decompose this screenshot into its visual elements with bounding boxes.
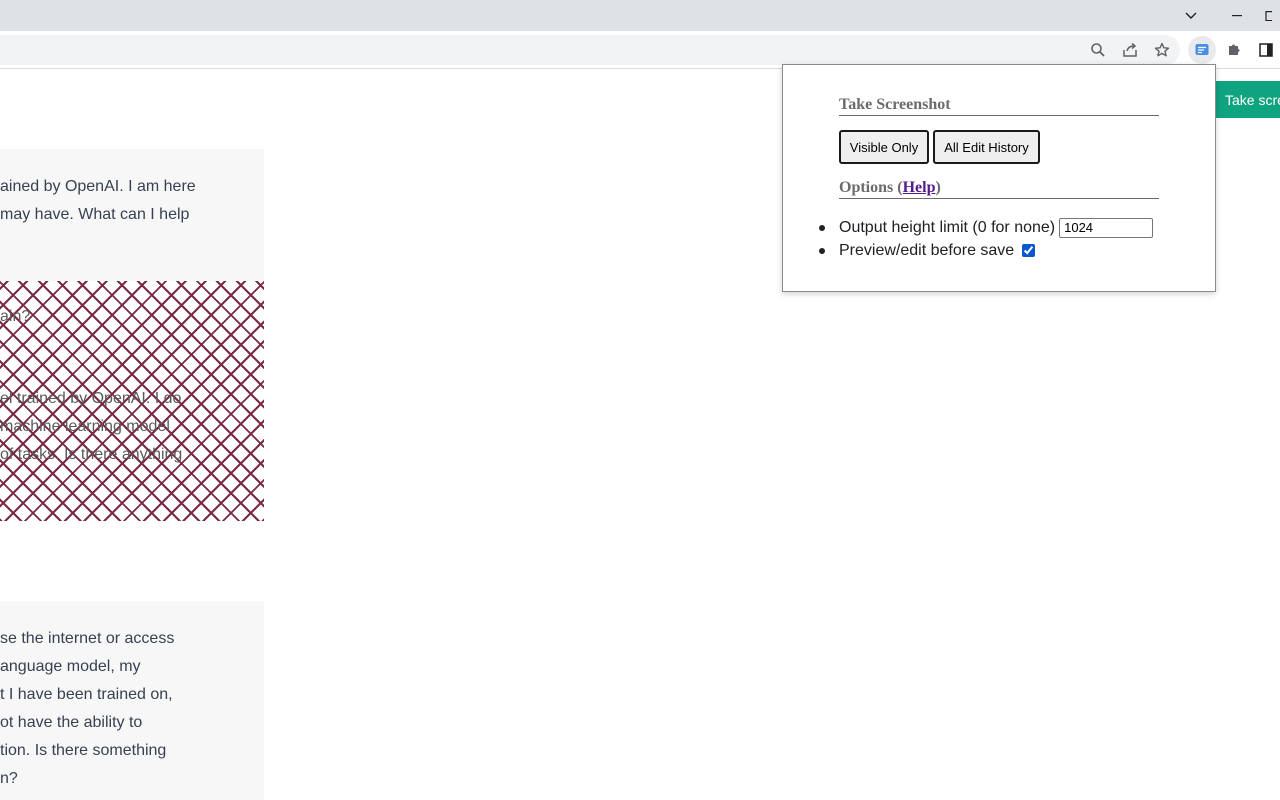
- minimize-button[interactable]: [1214, 0, 1260, 31]
- screenshot-extension-icon: [1195, 44, 1209, 55]
- preview-checkbox[interactable]: [1022, 244, 1036, 257]
- address-bar[interactable]: [0, 35, 1180, 65]
- message-line: anguage model, my: [0, 658, 141, 675]
- message-line: ain?: [0, 308, 31, 325]
- message-line: t I have been trained on,: [0, 686, 173, 703]
- preview-option: Preview/edit before save: [819, 239, 1153, 262]
- zoom-button[interactable]: [1084, 34, 1112, 66]
- maximize-icon: [1265, 10, 1272, 21]
- side-panel-icon: [1259, 43, 1273, 57]
- share-icon: [1123, 42, 1137, 57]
- star-icon: [1154, 42, 1170, 57]
- message-line: el trained by OpenAI. I do: [0, 390, 182, 407]
- assistant-message-2: se the internet or access anguage model,…: [0, 601, 264, 800]
- screenshot-extension-button[interactable]: [1188, 36, 1216, 64]
- visible-only-button[interactable]: Visible Only: [839, 130, 929, 164]
- message-line: n?: [0, 770, 18, 787]
- message-line: may have. What can I help: [0, 206, 190, 223]
- message-line: of tasks. Is there anything: [0, 446, 183, 463]
- preview-label: Preview/edit before save: [839, 241, 1015, 259]
- take-screenshot-heading: Take Screenshot: [839, 96, 1159, 116]
- message-line: machine learning model: [0, 418, 170, 435]
- all-edit-history-button[interactable]: All Edit History: [933, 130, 1040, 164]
- browser-titlebar: [0, 0, 1280, 31]
- side-panel-button[interactable]: [1252, 34, 1280, 66]
- options-close-paren: ): [935, 179, 941, 196]
- height-limit-input[interactable]: [1059, 217, 1154, 238]
- screenshot-extension-popup: Take Screenshot Visible Only All Edit Hi…: [782, 64, 1216, 292]
- chevron-down-icon: [1185, 12, 1197, 19]
- height-limit-option: Output height limit (0 for none): [819, 216, 1154, 239]
- tab-search-button[interactable]: [1168, 0, 1214, 31]
- hatched-message-region: ain? el trained by OpenAI. I do machine …: [0, 281, 264, 521]
- puzzle-icon: [1229, 44, 1240, 55]
- options-heading: Options (Help): [839, 179, 1159, 199]
- extensions-button[interactable]: [1220, 34, 1248, 66]
- magnifier-icon: [1091, 43, 1105, 57]
- options-list: Output height limit (0 for none) Preview…: [819, 216, 1154, 262]
- maximize-button[interactable]: [1262, 0, 1280, 31]
- bookmark-button[interactable]: [1148, 34, 1176, 66]
- assistant-message-1: ained by OpenAI. I am here may have. Wha…: [0, 149, 264, 281]
- minimize-icon: [1232, 14, 1242, 16]
- message-line: tion. Is there something: [0, 742, 167, 759]
- options-label: Options (: [839, 179, 903, 196]
- message-line: se the internet or access: [0, 630, 175, 647]
- help-link[interactable]: Help: [903, 179, 936, 196]
- share-button[interactable]: [1116, 34, 1144, 66]
- message-line: ained by OpenAI. I am here: [0, 178, 196, 195]
- message-line: ot have the ability to: [0, 714, 143, 731]
- height-limit-label: Output height limit (0 for none): [839, 218, 1056, 236]
